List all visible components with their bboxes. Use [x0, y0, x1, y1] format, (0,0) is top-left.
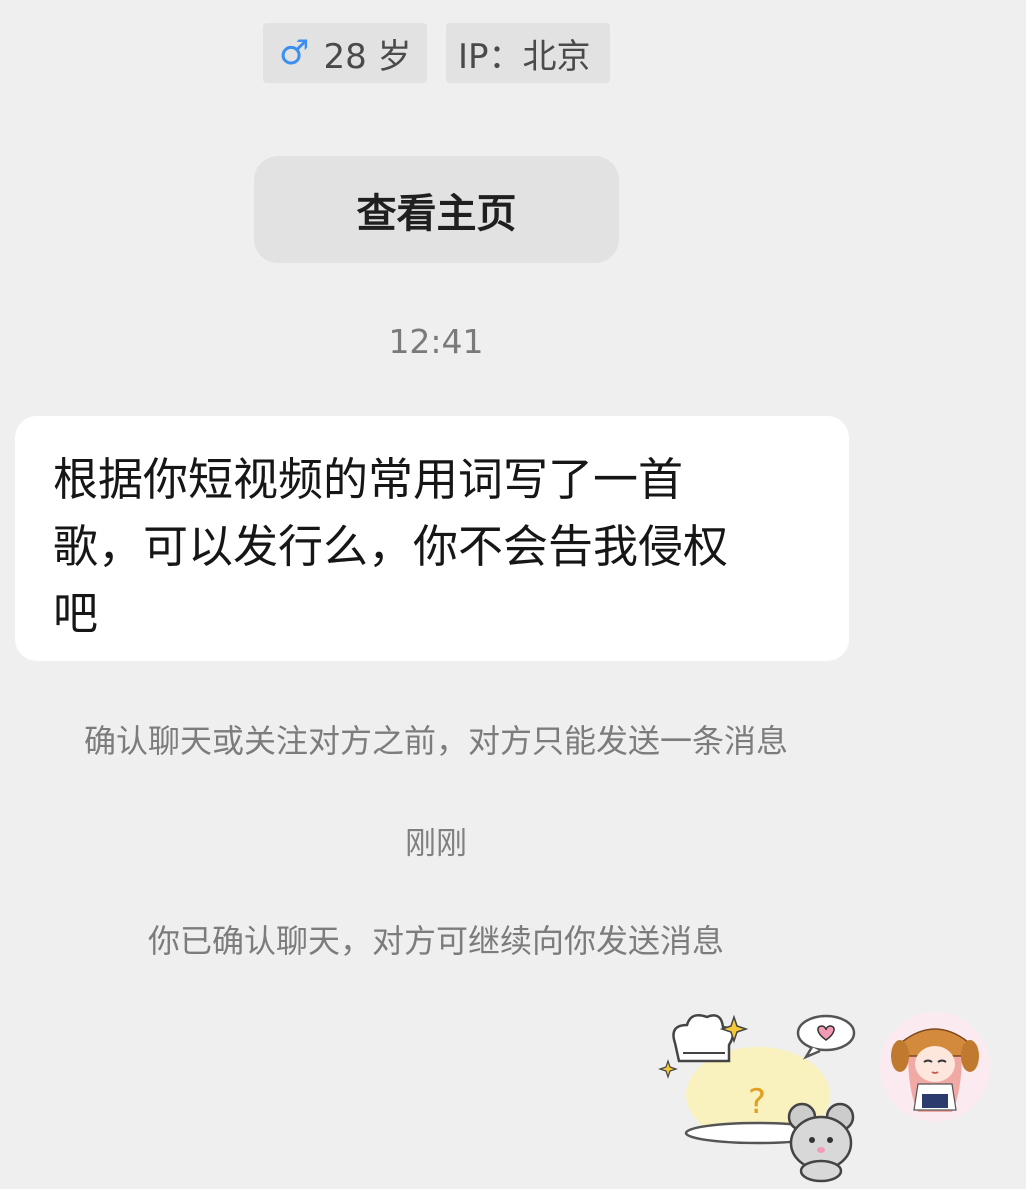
recent-timestamp: 刚刚 [405, 826, 467, 862]
system-notice-confirmed: 你已确认聊天，对方可继续向你发送消息 [147, 922, 724, 960]
chef-hat-icon [672, 1014, 735, 1063]
ip-label: IP：北京 [458, 36, 591, 77]
male-icon: ♂ [279, 33, 310, 73]
age-label: 28 岁 [323, 36, 412, 77]
message-timestamp: 12:41 [388, 322, 484, 361]
gender-age-tag: ♂ 28 岁 [263, 23, 427, 83]
user-avatar[interactable] [880, 1012, 990, 1122]
svg-text:?: ? [748, 1082, 766, 1122]
mouse-sticker[interactable]: ? [650, 1005, 870, 1189]
view-profile-button[interactable]: 查看主页 [254, 156, 619, 263]
system-notice-limit: 确认聊天或关注对方之前，对方只能发送一条消息 [83, 722, 788, 760]
message-bubble[interactable]: 根据你短视频的常用词写了一首 歌，可以发行么，你不会告我侵权 吧 [15, 416, 849, 661]
heart-bubble-icon [796, 1014, 856, 1060]
ip-location-tag: IP：北京 [446, 23, 610, 83]
chat-screen: ♂ 28 岁 IP：北京 查看主页 12:41 根据你短视频的常用词写了一首 歌… [0, 0, 1026, 1189]
